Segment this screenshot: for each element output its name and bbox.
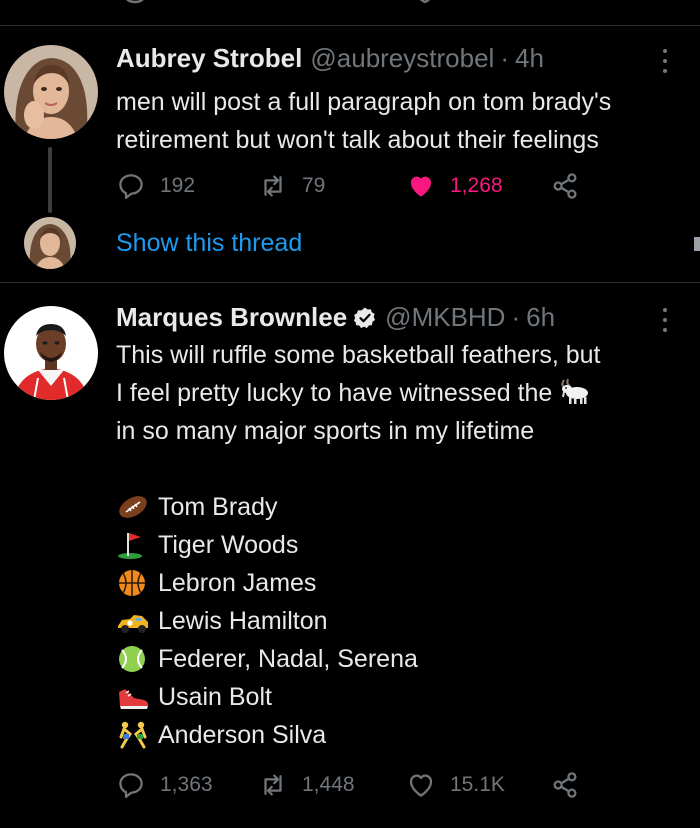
more-options-icon[interactable] [662, 308, 668, 332]
list-item-label: Lebron James [158, 569, 317, 597]
list-item-label: Usain Bolt [158, 683, 272, 711]
share-button[interactable] [550, 768, 594, 802]
thread-connector-line [48, 147, 52, 213]
tweet-actions: 192 79 1,268 [116, 169, 676, 203]
tweet-text: men will post a full paragraph on tom br… [116, 83, 686, 159]
retweet-icon[interactable] [270, 0, 296, 4]
tweet-text-line: This will ruffle some basketball feather… [116, 341, 601, 369]
list-item: Lewis Hamilton [116, 602, 686, 640]
list-item: Federer, Nadal, Serena [116, 640, 686, 678]
verified-badge-icon [353, 307, 376, 328]
wrestlers-emoji-icon [119, 721, 147, 749]
previous-tweet-stub [0, 0, 700, 26]
tweet-text-line: I feel pretty lucky to have witnessed th… [116, 379, 553, 407]
share-icon [553, 173, 577, 199]
reply-icon[interactable] [122, 0, 148, 4]
tweet-text: This will ruffle some basketball feather… [116, 336, 686, 754]
heart-filled-icon [411, 176, 431, 197]
separator-dot: · [511, 302, 521, 332]
tweet-header: Aubrey Strobel @aubreystrobel · 4h [116, 43, 544, 74]
tweet-mkbhd[interactable]: Marques Brownlee @MKBHD · 6h This will r… [0, 284, 700, 828]
list-item-label: Federer, Nadal, Serena [158, 645, 418, 673]
list-item-label: Anderson Silva [158, 721, 327, 749]
tweet-text-line: in so many major sports in my lifetime [116, 417, 535, 445]
tweet-text-line: retirement but won't talk about their fe… [116, 126, 599, 154]
american-football-emoji-icon [119, 496, 147, 518]
tweet-timestamp[interactable]: 6h [526, 302, 555, 333]
more-options-icon[interactable] [662, 49, 668, 73]
list-item: Tom Brady [116, 488, 686, 526]
retweet-button[interactable]: 79 [258, 169, 325, 203]
retweet-count: 79 [302, 174, 326, 197]
retweet-icon [264, 774, 282, 796]
avatar-marques-brownlee[interactable] [4, 306, 98, 400]
like-count: 15.1K [450, 773, 505, 796]
retweet-count: 1,448 [302, 773, 355, 796]
reply-count: 192 [160, 174, 196, 197]
author-name[interactable]: Marques Brownlee [116, 302, 347, 333]
like-count: 1,268 [450, 174, 503, 197]
list-item: Anderson Silva [116, 716, 686, 754]
tennis-ball-emoji-icon [119, 646, 145, 672]
reply-button[interactable]: 192 [116, 169, 195, 203]
tweet-actions: 1,363 1,448 15.1K [116, 768, 676, 802]
list-item-label: Tiger Woods [158, 531, 299, 559]
list-item-label: Tom Brady [158, 493, 278, 521]
tweet-text-line: men will post a full paragraph on tom br… [116, 88, 612, 116]
avatar-aubrey-strobel[interactable] [4, 45, 98, 139]
heart-icon [409, 774, 433, 797]
author-handle[interactable]: @MKBHD [385, 302, 505, 333]
racing-car-emoji-icon [118, 615, 148, 633]
reply-button[interactable]: 1,363 [116, 768, 213, 802]
list-item: Tiger Woods [116, 526, 686, 564]
list-item: Usain Bolt [116, 678, 686, 716]
reply-icon [119, 773, 143, 798]
goat-emoji-icon [561, 378, 589, 404]
golf-flag-emoji-icon [118, 533, 142, 559]
basketball-emoji-icon [119, 570, 145, 596]
tweet-aubrey[interactable]: Aubrey Strobel @aubreystrobel · 4h men w… [0, 27, 700, 283]
author-handle[interactable]: @aubreystrobel [310, 43, 494, 74]
avatar-aubrey-strobel-small[interactable] [24, 217, 76, 269]
tweet-timestamp[interactable]: 4h [515, 43, 544, 74]
share-icon[interactable] [560, 0, 586, 4]
scrollbar-thumb[interactable] [694, 237, 700, 251]
list-item-label: Lewis Hamilton [158, 607, 328, 635]
show-thread-link[interactable]: Show this thread [116, 229, 302, 258]
running-shoe-emoji-icon [119, 689, 149, 709]
retweet-icon [264, 175, 282, 197]
reply-icon [119, 174, 143, 199]
share-button[interactable] [550, 169, 594, 203]
separator-dot: · [500, 43, 509, 73]
retweet-button[interactable]: 1,448 [258, 768, 355, 802]
share-icon [553, 772, 577, 798]
list-item: Lebron James [116, 564, 686, 602]
like-button[interactable]: 1,268 [406, 169, 503, 203]
tweet-header: Marques Brownlee @MKBHD · 6h [116, 302, 555, 333]
reply-count: 1,363 [160, 773, 213, 796]
like-button[interactable]: 15.1K [406, 768, 505, 802]
author-name[interactable]: Aubrey Strobel [116, 43, 302, 74]
like-icon[interactable] [412, 0, 438, 4]
tweet-text-line-with-emoji: I feel pretty lucky to have witnessed th… [116, 374, 686, 412]
